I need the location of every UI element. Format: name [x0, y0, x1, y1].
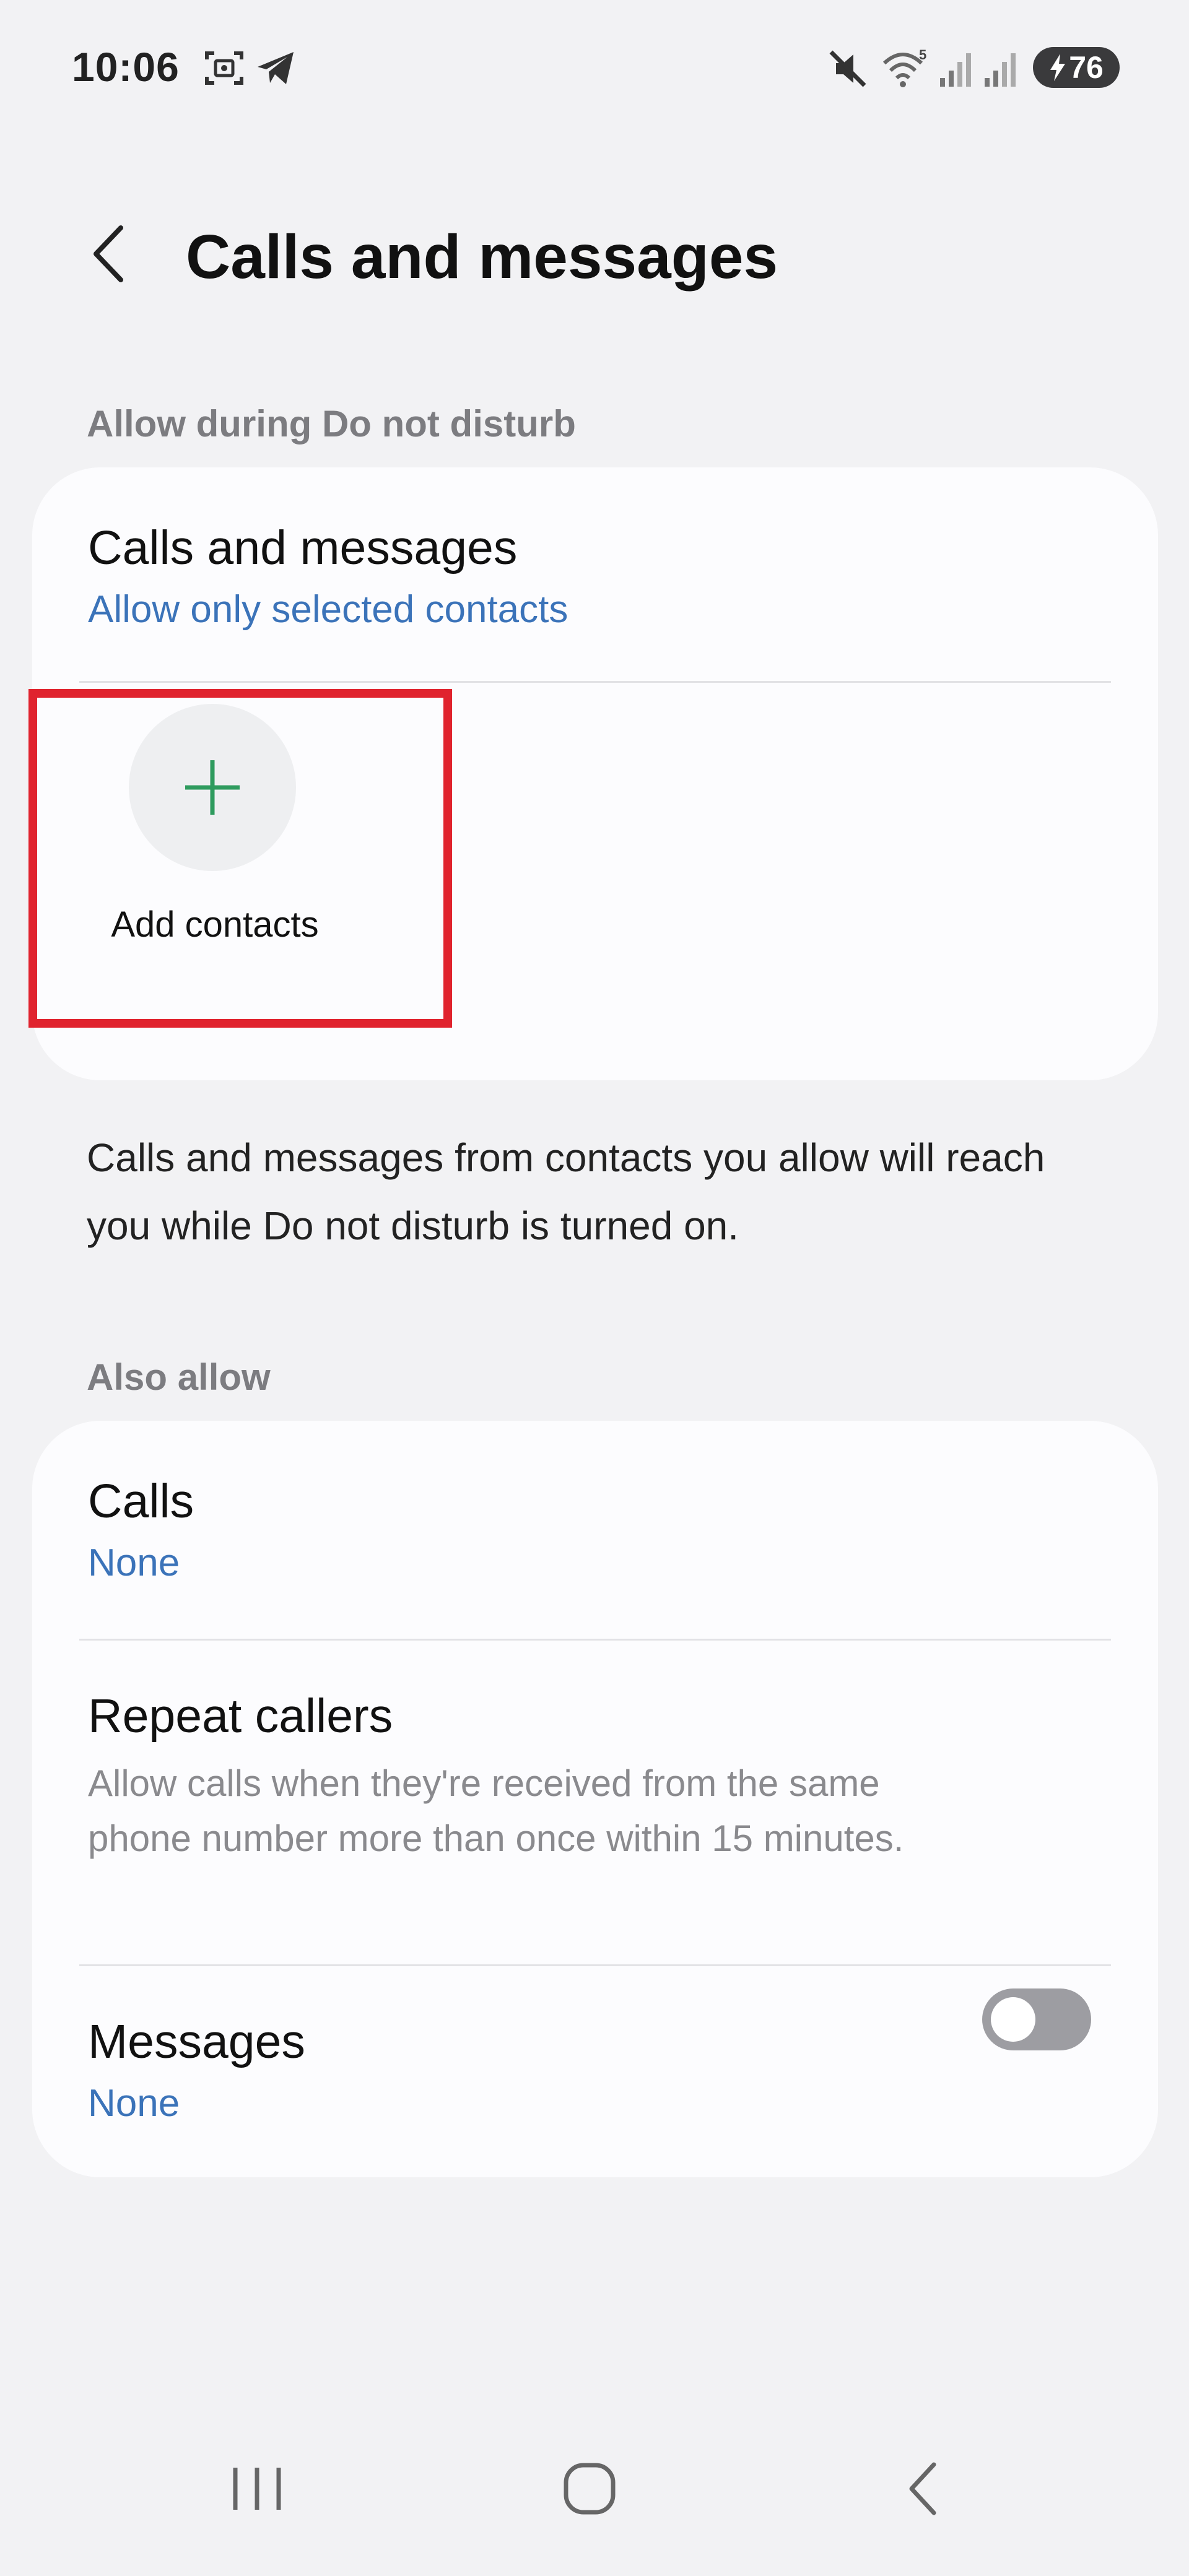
- signal-icon: [985, 53, 1016, 87]
- repeat-callers-title: Repeat callers: [88, 1689, 393, 1743]
- signal-icon: [940, 53, 971, 87]
- chevron-left-icon: [94, 225, 123, 282]
- battery-level: 76: [1069, 50, 1104, 85]
- repeat-callers-description: Allow calls when they're received from t…: [88, 1763, 904, 1859]
- status-bar: 10:06 5 76: [0, 0, 1189, 136]
- calls-messages-row[interactable]: Calls and messages Allow only selected c…: [32, 467, 1158, 681]
- home-button[interactable]: [534, 2445, 645, 2532]
- messages-value: None: [88, 2082, 180, 2125]
- highlight-box: [28, 689, 452, 1028]
- screenshot-icon: [205, 51, 243, 85]
- section-header-allow: Allow during Do not disturb: [87, 403, 576, 445]
- back-icon: [909, 2462, 936, 2515]
- calls-messages-value: Allow only selected contacts: [88, 588, 568, 631]
- info-text: Calls and messages from contacts you all…: [87, 1135, 1045, 1248]
- calls-title: Calls: [88, 1475, 194, 1528]
- also-allow-card: Calls None Repeat callers Allow calls wh…: [32, 1421, 1158, 2177]
- nav-back-button[interactable]: [867, 2445, 978, 2532]
- back-button[interactable]: [81, 214, 136, 294]
- calls-value: None: [88, 1542, 180, 1584]
- repeat-callers-row[interactable]: Repeat callers Allow calls when they're …: [32, 1641, 1158, 2050]
- section-header-also-allow: Also allow: [87, 1356, 271, 1398]
- telegram-icon: [258, 52, 294, 84]
- battery-indicator: 76: [1033, 47, 1120, 88]
- messages-title: Messages: [88, 2015, 305, 2068]
- messages-row[interactable]: Messages None: [32, 1966, 1158, 2177]
- page-title: Calls and messages: [186, 222, 778, 292]
- home-icon: [564, 2463, 616, 2515]
- svg-text:5: 5: [919, 47, 926, 63]
- charging-icon: [1050, 54, 1066, 81]
- wifi-icon: 5: [882, 47, 926, 87]
- recents-icon: [233, 2468, 281, 2510]
- calls-messages-title: Calls and messages: [88, 521, 518, 575]
- navigation-bar: [0, 2402, 1189, 2576]
- recents-button[interactable]: [201, 2445, 313, 2532]
- calls-row[interactable]: Calls None: [32, 1421, 1158, 1639]
- mute-icon: [829, 50, 866, 87]
- status-time: 10:06: [72, 44, 180, 90]
